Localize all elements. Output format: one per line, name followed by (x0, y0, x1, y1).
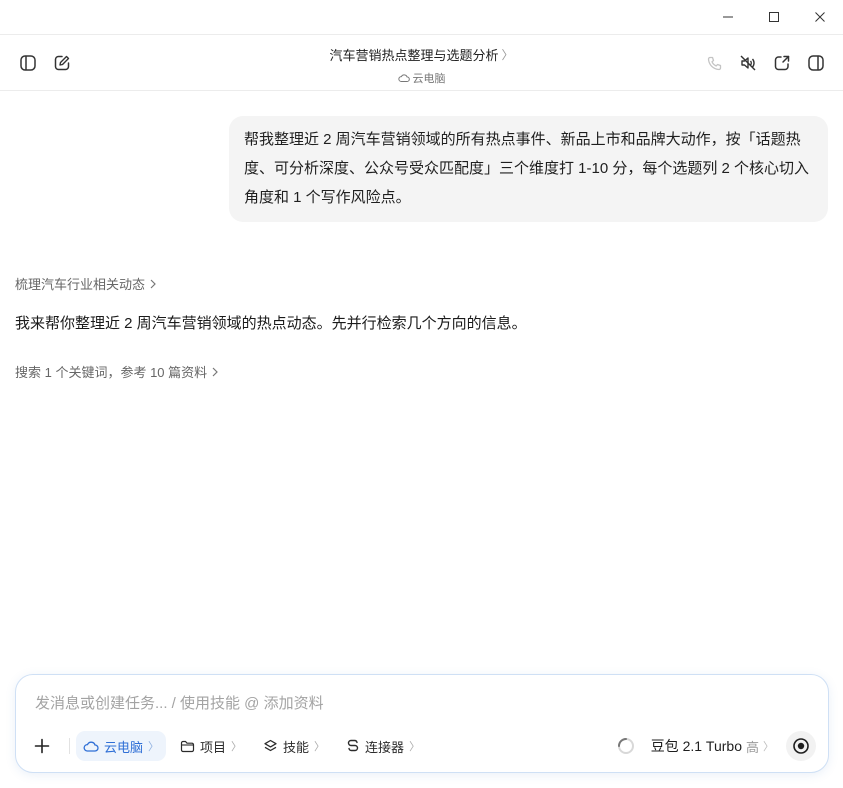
folder-icon (180, 740, 195, 752)
maximize-button[interactable] (751, 0, 797, 34)
message-composer: 云电脑 〉 项目 〉 技能 〉 连接器 〉 豆包 2.1 Turbo 高 〉 (15, 674, 829, 773)
mute-button[interactable] (737, 52, 759, 74)
record-icon (793, 738, 809, 754)
project-chip[interactable]: 项目 〉 (173, 731, 249, 761)
environment-label-text: 云电脑 (412, 73, 446, 85)
environment-label: 云电脑 (397, 70, 446, 86)
cloud-icon (83, 741, 99, 752)
search-summary-label: 搜索 1 个关键词，参考 10 篇资料 (15, 365, 208, 380)
window-controls (705, 0, 843, 34)
maximize-icon (769, 12, 779, 22)
add-attachment-button[interactable] (28, 732, 56, 760)
voice-input-button[interactable] (786, 731, 816, 761)
chevron-right-icon: 〉 (148, 741, 160, 753)
chevron-right-icon: 〉 (314, 741, 326, 753)
model-level: 高 (745, 739, 759, 755)
toolbar-divider (69, 738, 70, 754)
loading-spinner-icon (617, 737, 635, 755)
chevron-right-icon: 〉 (409, 741, 421, 753)
message-input[interactable] (35, 692, 775, 714)
model-name: 豆包 2.1 Turbo (650, 738, 742, 754)
chevron-right-icon (212, 367, 218, 376)
close-button[interactable] (797, 0, 843, 34)
task-step-label: 梳理汽车行业相关动态 (15, 277, 146, 292)
cloud-computer-label: 云电脑 (104, 739, 144, 755)
connectors-chip[interactable]: 连接器 〉 (339, 731, 427, 761)
model-selector[interactable]: 豆包 2.1 Turbo 高 〉 (651, 736, 774, 756)
composer-toolbar: 云电脑 〉 项目 〉 技能 〉 连接器 〉 豆包 2.1 Turbo 高 〉 (28, 731, 816, 761)
project-label: 项目 (200, 739, 227, 755)
search-summary-link[interactable]: 搜索 1 个关键词，参考 10 篇资料 (15, 362, 219, 381)
conversation-title-text: 汽车营销热点整理与选题分析 (329, 48, 499, 63)
skills-label: 技能 (283, 739, 310, 755)
call-button[interactable] (703, 52, 725, 74)
chevron-right-icon (150, 279, 156, 288)
cloud-computer-chip[interactable]: 云电脑 〉 (76, 731, 167, 761)
share-icon (774, 55, 790, 71)
conversation-title[interactable]: 汽车营销热点整理与选题分析 〉 (329, 45, 513, 64)
minimize-icon (723, 16, 733, 18)
connectors-label: 连接器 (365, 739, 405, 755)
task-step-link[interactable]: 梳理汽车行业相关动态 (15, 274, 157, 293)
side-panel-button[interactable] (805, 52, 827, 74)
skills-chip[interactable]: 技能 〉 (256, 731, 332, 761)
phone-icon (707, 56, 721, 70)
layers-icon (264, 739, 277, 752)
cloud-icon (397, 74, 410, 82)
user-message-bubble: 帮我整理近 2 周汽车营销领域的所有热点事件、新品上市和品牌大动作，按「话题热度… (229, 116, 828, 222)
assistant-reply: 我来帮你整理近 2 周汽车营销领域的热点动态。先并行检索几个方向的信息。 (15, 315, 527, 332)
minimize-button[interactable] (705, 0, 751, 34)
title-chevron-icon: 〉 (501, 48, 514, 62)
conversation-header: 汽车营销热点整理与选题分析 〉 云电脑 (0, 34, 843, 91)
chevron-right-icon: 〉 (763, 741, 774, 753)
connector-icon (347, 739, 359, 752)
plus-icon (34, 738, 50, 754)
share-button[interactable] (771, 52, 793, 74)
panel-icon (808, 55, 824, 71)
chevron-right-icon: 〉 (231, 741, 243, 753)
mute-icon (740, 55, 756, 71)
close-icon (815, 12, 825, 22)
